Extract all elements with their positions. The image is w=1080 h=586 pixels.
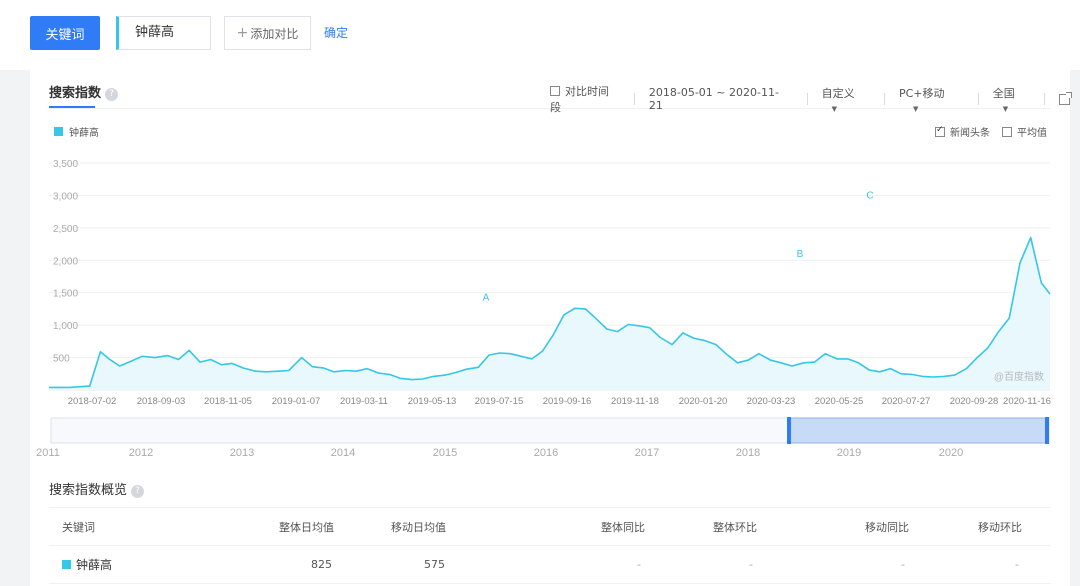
- x-tick-label: 2020-03-23: [747, 396, 796, 407]
- x-tick-label: 2020-11-16: [1003, 396, 1051, 407]
- header-overall-avg: 整体日均值: [279, 520, 334, 534]
- table-header: 关键词 整体日均值 移动日均值 整体同比 整体环比 移动同比 移动环比: [49, 507, 1051, 546]
- navigator-year-label: 2013: [230, 447, 254, 459]
- x-tick-label: 2019-11-18: [611, 396, 659, 407]
- annotation-label: B: [797, 249, 804, 260]
- row-mobile-avg: 575: [424, 558, 445, 571]
- watermark: @百度指数: [994, 370, 1044, 383]
- x-tick-label: 2018-07-02: [68, 396, 117, 407]
- search-index-chart: 500 1,000 1,500 2,000 2,500 3,000 3,500 A B C @百度指…: [36, 159, 1051, 459]
- y-tick-label: 3,000: [53, 191, 78, 202]
- overview-table: 关键词 整体日均值 移动日均值 整体同比 整体环比 移动同比 移动环比 钟薛高 …: [49, 507, 1051, 584]
- row-keyword-label: 钟薛高: [76, 558, 113, 572]
- x-tick-label: 2019-07-15: [475, 396, 524, 407]
- x-tick-label: 2019-01-07: [272, 396, 321, 407]
- y-tick-label: 2,500: [53, 224, 78, 235]
- overview-title-label: 搜索指数概览: [49, 483, 128, 498]
- navigator-selection: [788, 417, 1049, 444]
- navigator-year-label: 2018: [736, 447, 760, 459]
- row-mobile-mom: -: [1015, 558, 1019, 571]
- row-mobile-yoy: -: [901, 558, 905, 571]
- navigator-year-label: 2017: [635, 447, 659, 459]
- x-tick-label: 2020-09-28: [950, 396, 999, 407]
- x-tick-label: 2018-09-03: [137, 396, 186, 407]
- x-tick-label: 2018-11-05: [204, 396, 252, 407]
- x-tick-label: 2020-07-27: [882, 396, 931, 407]
- navigator-year-label: 2020: [939, 447, 963, 459]
- navigator-year-label: 2014: [331, 447, 355, 459]
- navigator-handle-right: [1045, 417, 1049, 444]
- search-toolbar: 关键词 钟薛高 + 添加对比 确定: [0, 0, 1080, 70]
- x-tick-label: 2020-01-20: [679, 396, 728, 407]
- annotation-label: C: [866, 191, 873, 202]
- add-compare-button[interactable]: + 添加对比: [224, 16, 311, 50]
- navigator-year-label: 2012: [129, 447, 153, 459]
- row-overall-mom: -: [749, 558, 753, 571]
- y-tick-label: 500: [53, 354, 70, 365]
- navigator-year-label: 2011: [36, 447, 60, 459]
- navigator-year-label: 2019: [837, 447, 861, 459]
- y-tick-label: 1,000: [53, 321, 78, 332]
- x-tick-label: 2020-05-25: [815, 396, 864, 407]
- header-keyword: 关键词: [62, 520, 95, 534]
- table-row: 钟薛高 825 575 - - - -: [49, 546, 1051, 584]
- x-tick-label: 2019-03-11: [340, 396, 388, 407]
- annotation-label: A: [483, 292, 490, 303]
- help-icon[interactable]: ?: [131, 485, 145, 498]
- row-keyword: 钟薛高: [62, 546, 112, 583]
- navigator-year-label: 2016: [534, 447, 558, 459]
- header-overall-yoy: 整体同比: [601, 520, 645, 534]
- row-overall-yoy: -: [637, 558, 641, 571]
- header-mobile-avg: 移动日均值: [391, 520, 446, 534]
- keyword-swatch: [62, 560, 71, 569]
- y-tick-label: 1,500: [53, 289, 78, 300]
- navigator-handle-left: [787, 417, 791, 444]
- keyword-input[interactable]: 钟薛高: [116, 16, 211, 50]
- header-overall-mom: 整体环比: [713, 520, 757, 534]
- x-tick-label: 2019-05-13: [408, 396, 457, 407]
- plus-icon: +: [236, 25, 249, 41]
- header-mobile-mom: 移动环比: [978, 520, 1022, 534]
- y-tick-label: 2,000: [53, 256, 78, 267]
- navigator-year-label: 2015: [433, 447, 457, 459]
- search-index-panel: 搜索指数? 对比时间段 2018-05-01 ~ 2020-11-21 自定义▼…: [30, 70, 1072, 586]
- header-mobile-yoy: 移动同比: [865, 520, 909, 534]
- overview-title: 搜索指数概览?: [49, 479, 145, 498]
- add-compare-label: 添加对比: [250, 26, 299, 41]
- x-tick-label: 2019-09-16: [543, 396, 592, 407]
- keyword-button[interactable]: 关键词: [30, 16, 100, 50]
- confirm-button[interactable]: 确定: [324, 24, 348, 41]
- y-tick-label: 3,500: [53, 159, 78, 170]
- row-overall-avg: 825: [311, 558, 332, 571]
